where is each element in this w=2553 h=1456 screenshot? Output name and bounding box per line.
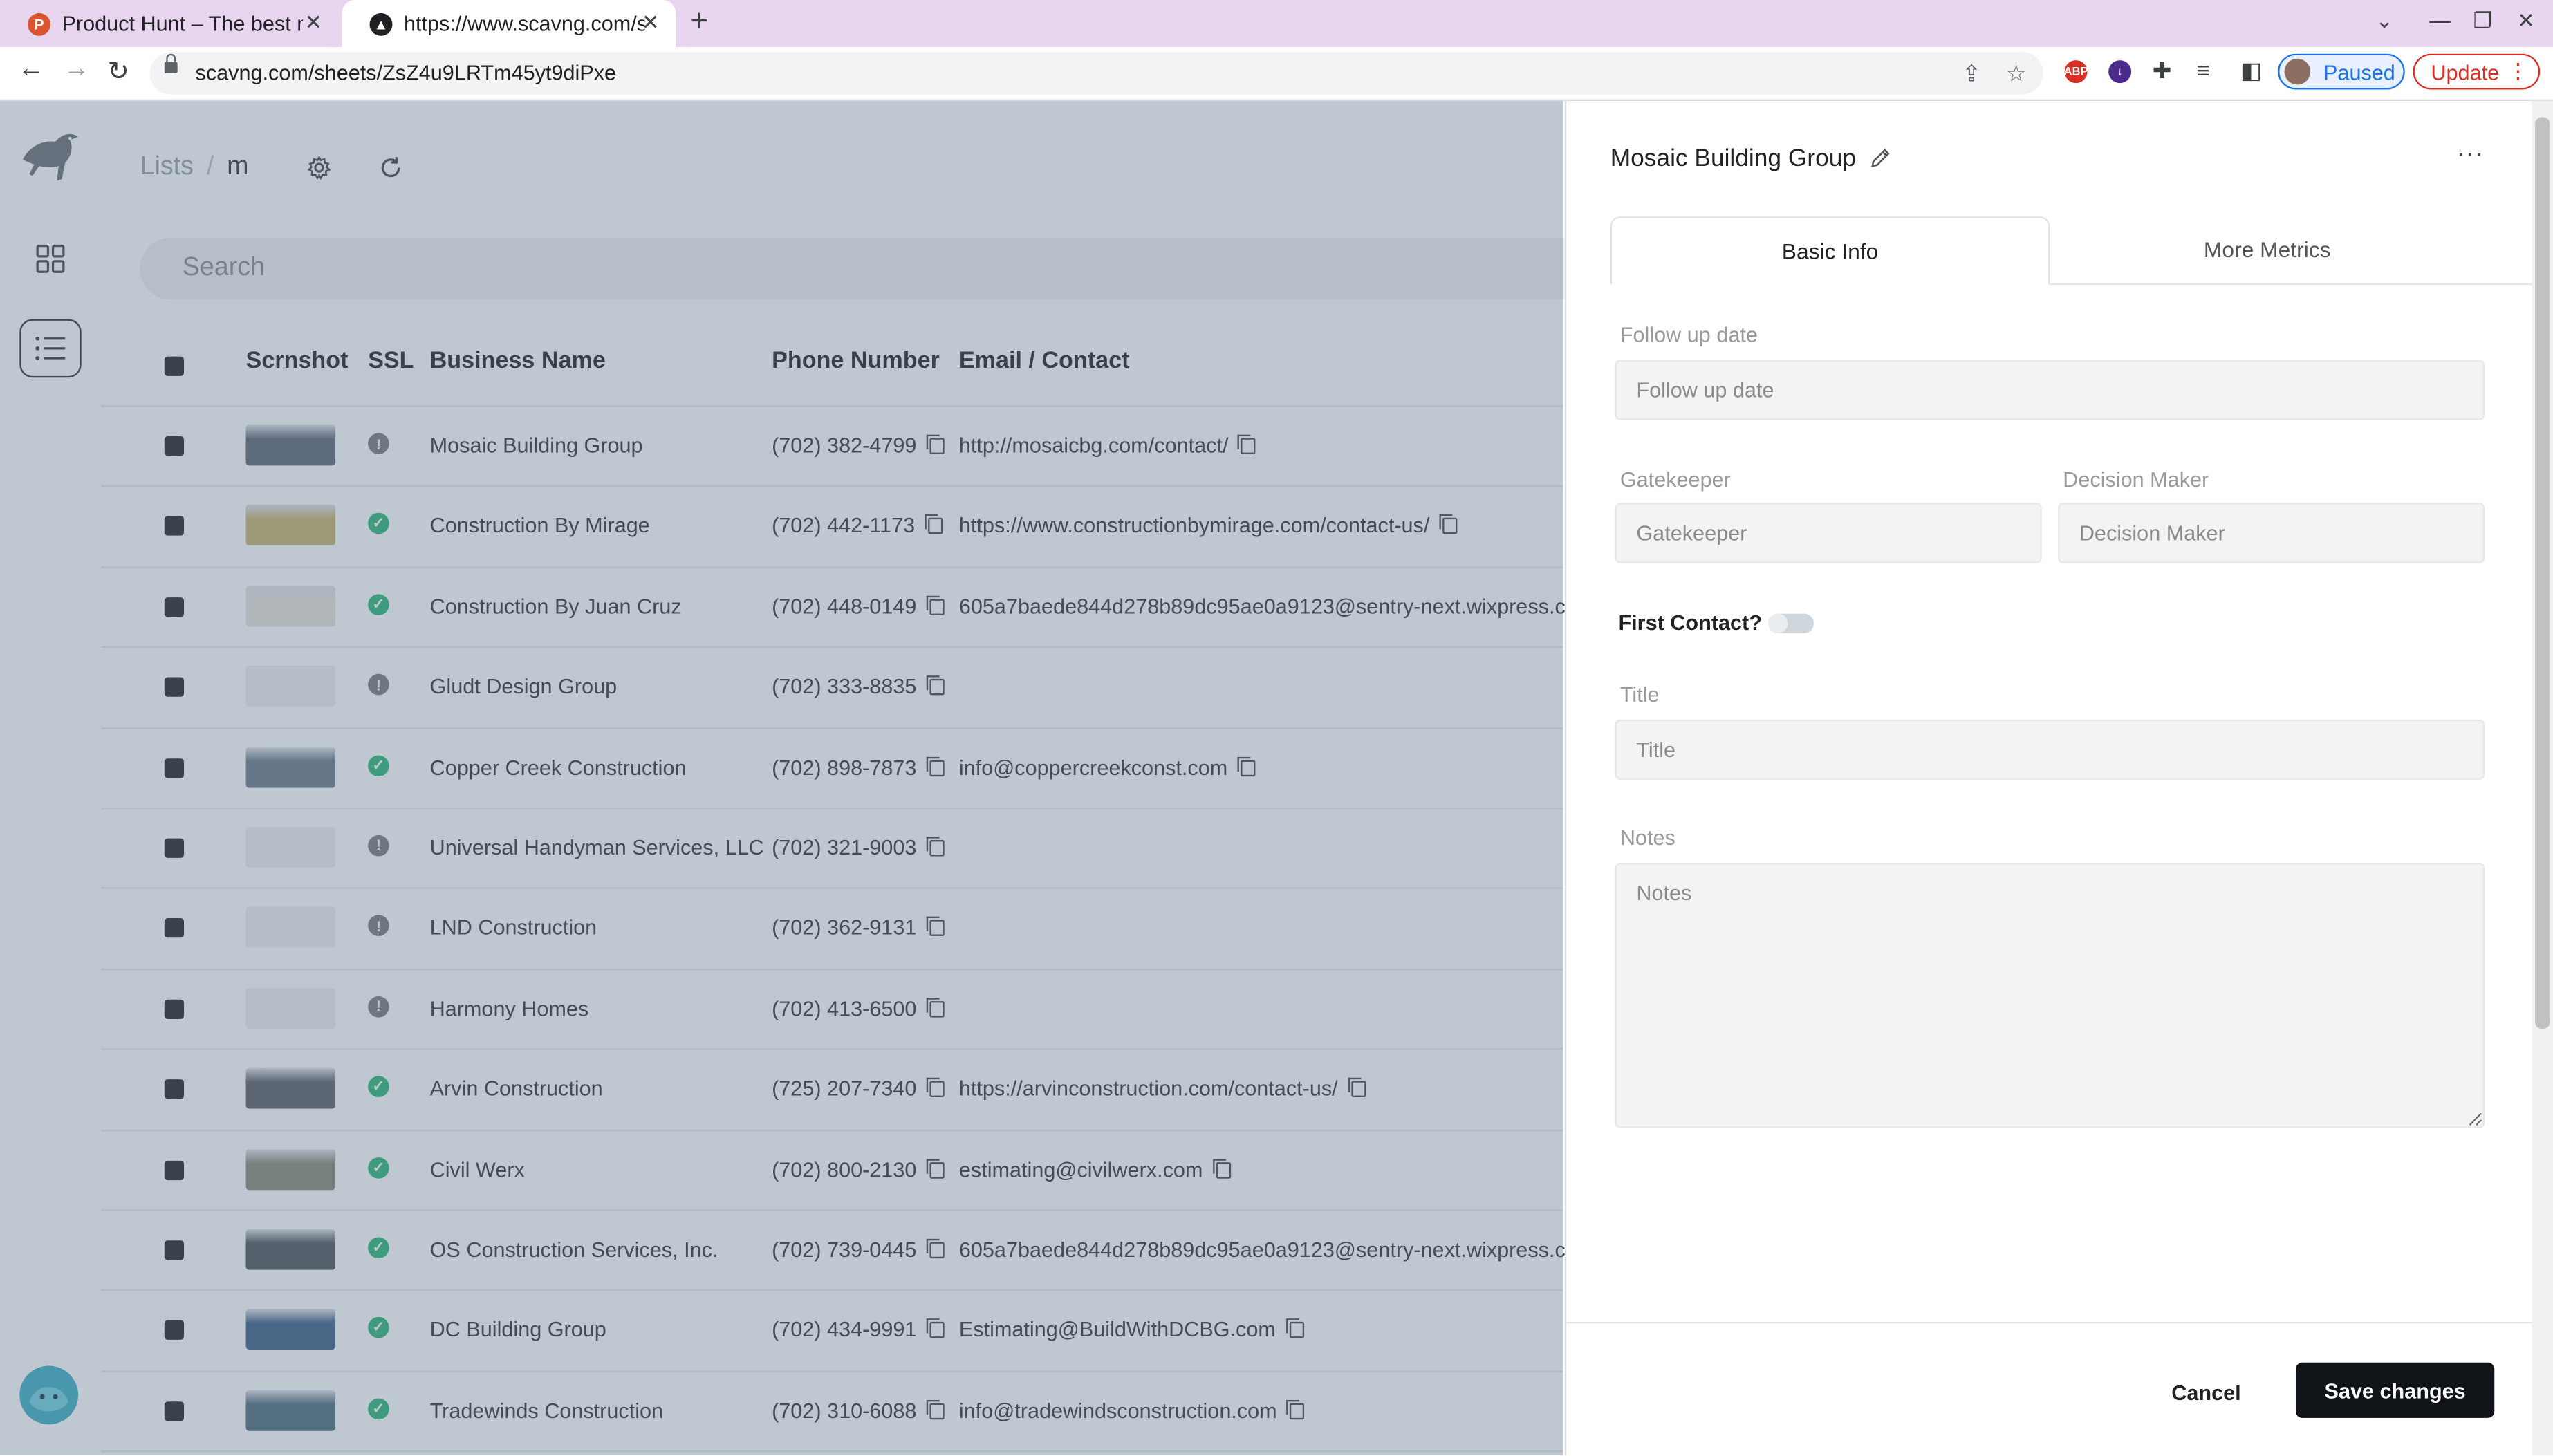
profile-status-label: Paused	[2323, 60, 2395, 85]
new-tab-icon[interactable]: +	[690, 5, 708, 41]
title-label: Title	[1619, 682, 1660, 707]
scavng-favicon-icon: ▲	[369, 12, 393, 35]
adblock-extension-icon[interactable]: ABP	[2064, 60, 2088, 84]
profile-avatar	[2284, 58, 2311, 85]
notes-label: Notes	[1619, 825, 1675, 850]
tab-search-chevron-icon[interactable]: ⌄	[2375, 8, 2393, 35]
lock-icon	[164, 53, 178, 73]
profile-paused-button[interactable]: Paused	[2278, 53, 2405, 90]
page-scrollbar[interactable]	[2532, 100, 2553, 1456]
close-tab-icon[interactable]: ✕	[642, 10, 660, 36]
forward-arrow-icon[interactable]: →	[64, 55, 90, 84]
modal-backdrop[interactable]	[0, 100, 1563, 1456]
close-window-icon[interactable]: ✕	[2517, 8, 2535, 35]
product-hunt-favicon-icon: P	[28, 12, 50, 35]
side-panel-icon[interactable]: ◧	[2240, 57, 2262, 84]
gatekeeper-input[interactable]	[1615, 503, 2042, 563]
update-button[interactable]: Update ⋮	[2413, 53, 2541, 90]
detail-panel: Mosaic Building Group ··· Basic Info Mor…	[1564, 100, 2534, 1456]
app: Lists/m Scrnshot SSL Business Name Phone…	[0, 100, 2553, 1456]
maximize-icon[interactable]: ❐	[2473, 8, 2492, 35]
follow-up-label: Follow up date	[1619, 322, 1758, 347]
first-contact-toggle[interactable]	[1768, 613, 1814, 633]
tab-title: Product Hunt – The best new	[62, 11, 302, 36]
back-arrow-icon[interactable]: ←	[18, 55, 44, 84]
browser-tab-strip: P Product Hunt – The best new ✕ ▲ https:…	[0, 0, 2553, 48]
more-options-icon[interactable]: ···	[2457, 140, 2485, 166]
gatekeeper-label: Gatekeeper	[1619, 467, 1731, 492]
edit-pencil-icon[interactable]	[1869, 147, 1892, 169]
address-bar[interactable]: scavng.com/sheets/ZsZ4u9LRTm45yt9diPxe ⇪…	[149, 52, 2044, 95]
notes-textarea[interactable]	[1615, 862, 2485, 1128]
follow-up-date-input[interactable]	[1615, 360, 2485, 420]
first-contact-label: First Contact?	[1618, 610, 1762, 635]
cancel-button[interactable]: Cancel	[2149, 1366, 2263, 1418]
title-input[interactable]	[1615, 719, 2485, 780]
extensions-puzzle-icon[interactable]: ✚	[2153, 57, 2172, 84]
decision-maker-label: Decision Maker	[2063, 467, 2209, 492]
scrollbar-thumb[interactable]	[2535, 117, 2550, 1029]
decision-maker-input[interactable]	[2058, 503, 2485, 563]
update-label: Update	[2431, 60, 2500, 85]
tab-basic-info[interactable]: Basic Info	[1610, 216, 2050, 286]
browser-tab-scavng[interactable]: ▲ https://www.scavng.com/sheets ✕	[342, 0, 676, 48]
save-changes-button[interactable]: Save changes	[2295, 1362, 2495, 1418]
tab-more-metrics[interactable]: More Metrics	[2050, 216, 2485, 283]
panel-title: Mosaic Building Group	[1610, 144, 1857, 173]
reload-icon[interactable]: ↻	[107, 55, 129, 88]
url-text: scavng.com/sheets/ZsZ4u9LRTm45yt9diPxe	[195, 60, 617, 85]
close-tab-icon[interactable]: ✕	[305, 10, 323, 36]
reading-list-icon[interactable]: ≡	[2196, 57, 2209, 83]
download-extension-icon[interactable]: ↓	[2108, 60, 2132, 84]
share-icon[interactable]: ⇪	[1962, 60, 1981, 88]
bookmark-star-icon[interactable]: ☆	[2006, 60, 2027, 88]
screen: P Product Hunt – The best new ✕ ▲ https:…	[0, 0, 2553, 1456]
browser-tab-product-hunt[interactable]: P Product Hunt – The best new ✕	[0, 0, 339, 47]
panel-footer: Cancel Save changes	[1566, 1321, 2534, 1455]
tab-title: https://www.scavng.com/sheets	[403, 11, 644, 36]
minimize-icon[interactable]: —	[2429, 8, 2451, 32]
panel-tabs: Basic Info More Metrics	[1610, 216, 2534, 286]
browser-toolbar: ← → ↻ scavng.com/sheets/ZsZ4u9LRTm45yt9d…	[0, 47, 2553, 101]
menu-dots-icon: ⋮	[2507, 58, 2529, 84]
